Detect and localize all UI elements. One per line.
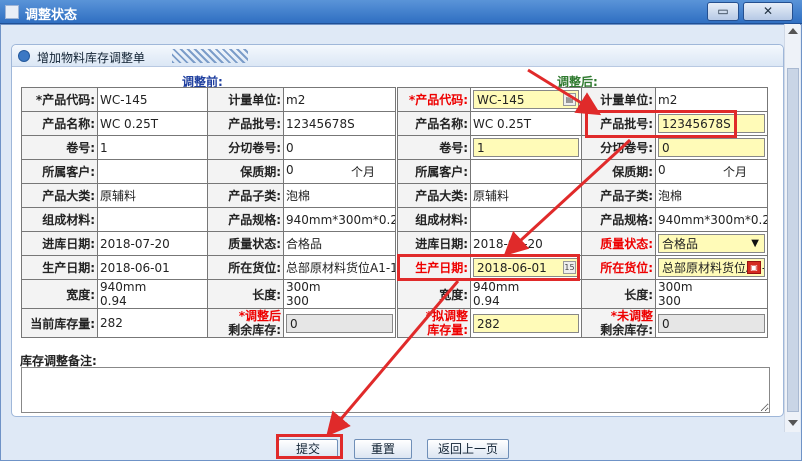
arrow-to-submit <box>326 280 460 437</box>
arrow-to-batch <box>527 68 602 116</box>
arrow-to-prod-date <box>503 138 632 257</box>
annotation-arrows <box>326 68 632 437</box>
